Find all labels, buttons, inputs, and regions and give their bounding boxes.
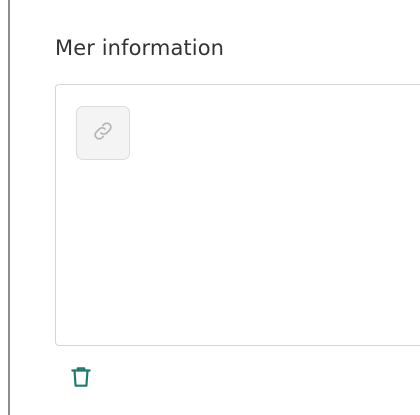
left-divider: [8, 0, 10, 415]
insert-link-button[interactable]: [76, 106, 130, 160]
trash-icon: [68, 364, 94, 395]
delete-button[interactable]: [66, 364, 96, 394]
section-title: Mer information: [55, 36, 225, 60]
page: Mer information: [0, 0, 420, 415]
rich-text-editor[interactable]: [55, 84, 420, 346]
link-icon: [91, 119, 115, 148]
